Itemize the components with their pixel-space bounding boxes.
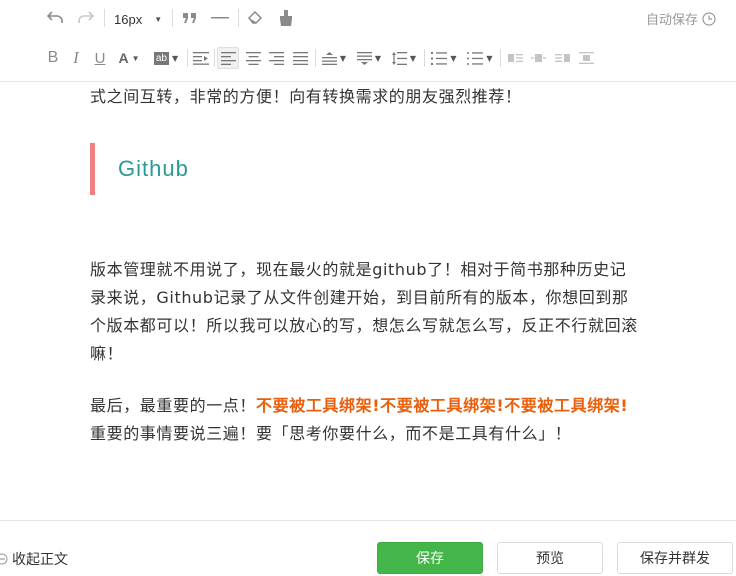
editor-app: 16px ▼ 自动保存 B I U A ▼ ab ▼ ▼ ▼ ▼ ▼ ▼ 式之间… bbox=[0, 0, 736, 576]
redo-icon[interactable] bbox=[75, 9, 97, 27]
conclusion-emphasis: 不要被工具绑架!不要被工具绑架!不要被工具绑架! bbox=[256, 396, 629, 415]
paragraph-conclusion: 最后，最重要的一点！不要被工具绑架!不要被工具绑架!不要被工具绑架! 重要的事情要… bbox=[90, 392, 638, 448]
align-center-icon[interactable] bbox=[243, 48, 263, 68]
blockquote-icon[interactable] bbox=[180, 9, 200, 27]
collapse-icon bbox=[0, 553, 8, 565]
horizontal-rule-icon[interactable] bbox=[210, 9, 230, 27]
background-color-button[interactable]: ab ▼ bbox=[150, 48, 182, 68]
align-justify-icon[interactable] bbox=[290, 48, 310, 68]
clock-icon bbox=[702, 11, 716, 26]
image-float-right-icon[interactable] bbox=[552, 48, 572, 68]
toolbar-row-1: 16px ▼ 自动保存 bbox=[0, 0, 736, 36]
clear-format-icon[interactable] bbox=[245, 9, 265, 27]
chevron-down-icon: ▼ bbox=[450, 53, 457, 63]
align-left-icon bbox=[220, 51, 236, 65]
section-heading: Github bbox=[90, 143, 638, 195]
toolbar-separator bbox=[500, 49, 501, 67]
toolbar-row-2: B I U A ▼ ab ▼ ▼ ▼ ▼ ▼ ▼ bbox=[0, 40, 736, 76]
autosave-toggle[interactable]: 自动保存 bbox=[646, 9, 716, 28]
paragraph-spacing-before-button[interactable]: ▼ bbox=[320, 48, 348, 68]
underline-button[interactable]: U bbox=[91, 48, 109, 68]
spacing-before-icon bbox=[321, 51, 337, 65]
chevron-down-icon: ▼ bbox=[486, 53, 493, 63]
underline-icon: U bbox=[94, 49, 106, 67]
chevron-down-icon: ▼ bbox=[131, 53, 140, 63]
toolbar-separator bbox=[104, 9, 105, 27]
conclusion-end: 重要的事情要说三遍！要「思考你要什么，而不是工具有什么」！ bbox=[90, 424, 572, 443]
line-height-button[interactable]: ▼ bbox=[390, 48, 418, 68]
section-heading-text: Github bbox=[118, 156, 189, 181]
indent-icon[interactable] bbox=[191, 48, 211, 68]
preview-button[interactable]: 预览 bbox=[497, 542, 603, 574]
conclusion-start: 最后，最重要的一点！ bbox=[90, 396, 257, 415]
font-size-select[interactable]: 16px ▼ bbox=[114, 9, 164, 29]
toolbar-separator bbox=[238, 9, 239, 27]
highlight-icon: ab bbox=[153, 51, 169, 65]
italic-button[interactable]: I bbox=[67, 48, 85, 68]
unordered-list-button[interactable]: ▼ bbox=[465, 48, 495, 68]
image-float-left-icon[interactable] bbox=[505, 48, 525, 68]
save-button[interactable]: 保存 bbox=[377, 542, 483, 574]
toolbar-separator bbox=[424, 49, 425, 67]
chevron-down-icon: ▼ bbox=[409, 53, 417, 63]
collapse-body-toggle[interactable]: 收起正文 bbox=[0, 549, 68, 569]
chevron-down-icon: ▼ bbox=[339, 53, 347, 63]
paragraph-spacing-after-button[interactable]: ▼ bbox=[355, 48, 383, 68]
ordered-list-icon bbox=[431, 51, 448, 65]
line-height-icon bbox=[391, 51, 407, 65]
toolbar-separator bbox=[214, 49, 215, 67]
toolbar-separator bbox=[172, 9, 173, 27]
align-right-icon[interactable] bbox=[266, 48, 286, 68]
image-center-icon[interactable] bbox=[576, 48, 596, 68]
image-inline-icon[interactable] bbox=[528, 48, 548, 68]
editor-footer: 收起正文 保存 预览 保存并群发 bbox=[0, 520, 736, 576]
chevron-down-icon: ▼ bbox=[154, 14, 163, 24]
toolbar-separator bbox=[315, 49, 316, 67]
align-left-button[interactable] bbox=[217, 47, 239, 69]
paragraph-github: 版本管理就不用说了，现在最火的就是github了！相对于简书那种历史记录来说，G… bbox=[90, 260, 638, 363]
format-painter-icon[interactable] bbox=[276, 9, 296, 27]
save-and-publish-button[interactable]: 保存并群发 bbox=[617, 542, 733, 574]
font-size-value: 16px bbox=[114, 11, 143, 27]
bold-icon: B bbox=[47, 49, 59, 66]
unordered-list-icon bbox=[467, 51, 484, 65]
toolbar-separator bbox=[187, 49, 188, 67]
font-color-icon: A bbox=[118, 50, 129, 66]
editor-toolbar: 16px ▼ 自动保存 B I U A ▼ ab ▼ ▼ ▼ ▼ ▼ ▼ bbox=[0, 0, 736, 82]
bold-button[interactable]: B bbox=[44, 48, 62, 68]
paragraph-intro-tail: 式之间互转，非常的方便！向有转换需求的朋友强烈推荐！ bbox=[90, 87, 522, 106]
spacing-after-icon bbox=[356, 51, 372, 65]
italic-icon: I bbox=[73, 48, 79, 67]
autosave-label: 自动保存 bbox=[645, 13, 698, 28]
chevron-down-icon: ▼ bbox=[374, 53, 382, 63]
undo-icon[interactable] bbox=[44, 9, 66, 27]
chevron-down-icon: ▼ bbox=[171, 53, 179, 63]
font-color-button[interactable]: A ▼ bbox=[114, 48, 144, 68]
collapse-body-label: 收起正文 bbox=[12, 552, 68, 568]
ordered-list-button[interactable]: ▼ bbox=[429, 48, 459, 68]
editor-content[interactable]: 式之间互转，非常的方便！向有转换需求的朋友强烈推荐！ Github 版本管理就不… bbox=[0, 82, 736, 520]
